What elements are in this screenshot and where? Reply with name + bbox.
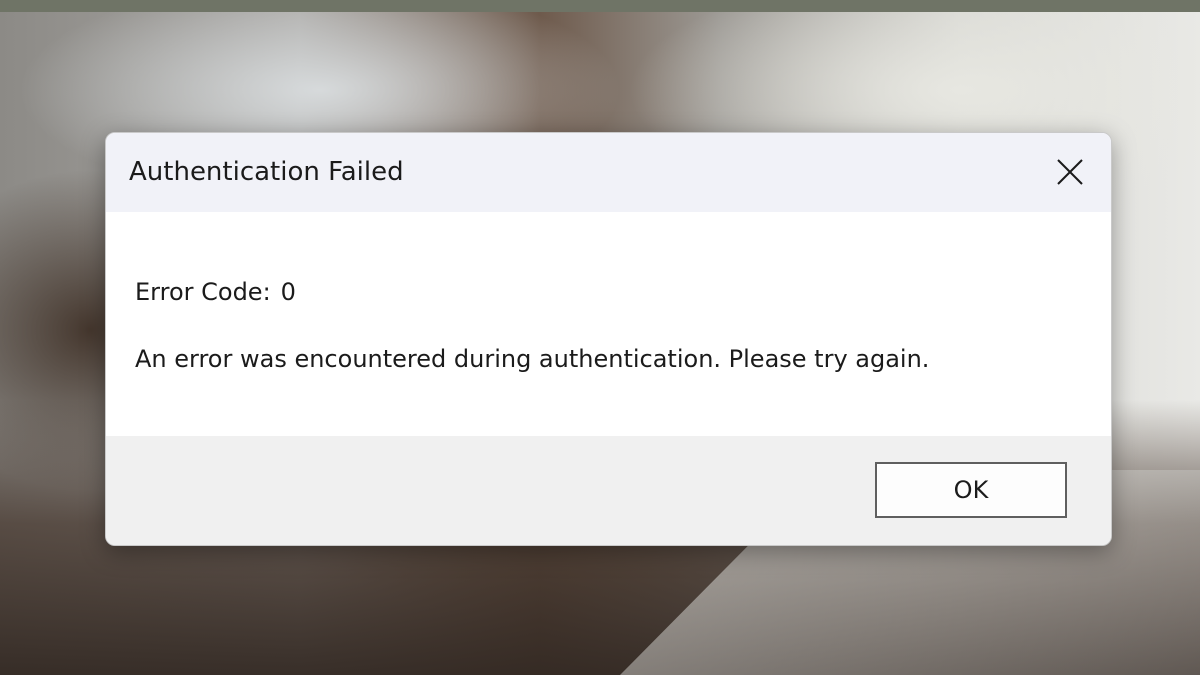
close-button[interactable]: [1046, 151, 1094, 193]
ok-button[interactable]: OK: [875, 462, 1067, 518]
dialog-title: Authentication Failed: [129, 157, 404, 187]
authentication-failed-dialog: Authentication Failed Error Code: 0 An er…: [105, 132, 1112, 546]
dialog-content: Error Code: 0 An error was encountered du…: [106, 212, 1111, 436]
close-icon: [1057, 159, 1083, 185]
error-message: An error was encountered during authenti…: [135, 345, 930, 373]
dialog-titlebar[interactable]: Authentication Failed: [106, 133, 1111, 212]
error-code-row: Error Code: 0: [135, 278, 296, 306]
error-code-label: Error Code:: [135, 278, 271, 306]
top-window-edge: [0, 0, 1200, 12]
error-code-value: 0: [280, 278, 296, 306]
dialog-footer: OK: [106, 436, 1111, 545]
